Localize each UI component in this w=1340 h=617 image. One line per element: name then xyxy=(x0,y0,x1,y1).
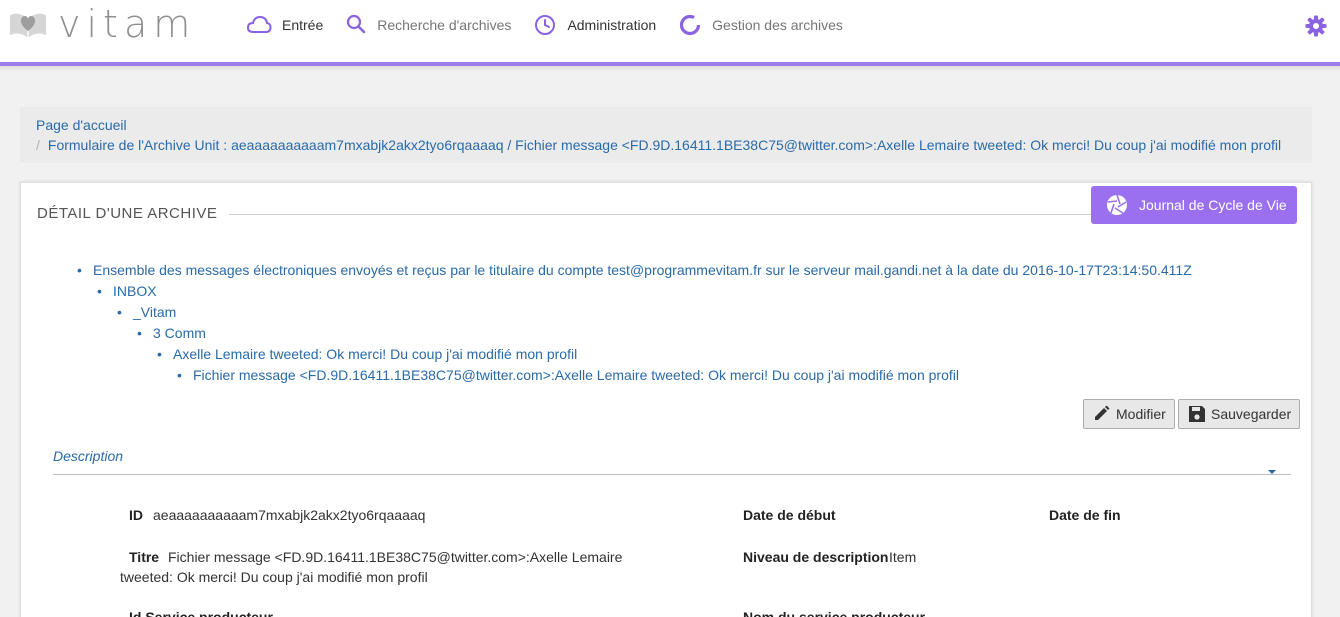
description-divider xyxy=(53,474,1291,475)
aperture-icon xyxy=(1107,194,1127,215)
spinner-icon xyxy=(680,14,701,36)
level-label: Niveau de description xyxy=(743,549,889,565)
breadcrumb-separator: / xyxy=(36,137,40,153)
tree-item[interactable]: INBOX xyxy=(97,281,1192,302)
start-date-label: Date de début xyxy=(743,507,836,523)
level-value: Item xyxy=(889,549,917,565)
breadcrumb-home-link[interactable]: Page d'accueil xyxy=(36,117,127,133)
caret-down-icon[interactable] xyxy=(1266,467,1278,477)
top-bar: vitam Entrée Recherche d'archives Admini… xyxy=(0,0,1340,62)
tree-item[interactable]: _Vitam xyxy=(117,302,1192,323)
book-logo-icon xyxy=(10,13,46,38)
id-label: ID xyxy=(129,507,143,523)
settings-gear-icon[interactable] xyxy=(1304,14,1328,38)
journal-cycle-vie-button[interactable]: Journal de Cycle de Vie xyxy=(1091,186,1297,224)
search-icon xyxy=(347,14,366,34)
nav-item-label: Administration xyxy=(567,17,657,33)
nav-item-gestion[interactable]: Gestion des archives xyxy=(678,12,843,38)
clock-icon xyxy=(535,15,556,35)
logo-text: vitam xyxy=(58,2,197,46)
breadcrumb: Page d'accueil / Formulaire de l'Archive… xyxy=(20,107,1312,163)
description-section-toggle[interactable]: Description xyxy=(53,448,123,464)
nav-item-label: Gestion des archives xyxy=(712,17,843,33)
modify-button[interactable]: Modifier xyxy=(1083,399,1175,429)
nav-item-recherche[interactable]: Recherche d'archives xyxy=(345,12,511,38)
modify-button-label: Modifier xyxy=(1116,406,1166,422)
nav-item-label: Entrée xyxy=(282,17,324,33)
save-button-label: Sauvegarder xyxy=(1211,406,1292,422)
breadcrumb-current[interactable]: Formulaire de l'Archive Unit : aeaaaaaaa… xyxy=(48,137,1281,153)
title-value-line1: Fichier message <FD.9D.16411.1BE38C75@tw… xyxy=(168,549,623,565)
journal-button-label: Journal de Cycle de Vie xyxy=(1139,197,1287,213)
pencil-icon xyxy=(1095,405,1110,420)
tree-item[interactable]: Fichier message <FD.9D.16411.1BE38C75@tw… xyxy=(177,365,1192,386)
save-button[interactable]: Sauvegarder xyxy=(1178,399,1301,429)
nav-item-label: Recherche d'archives xyxy=(377,17,512,33)
tree-item[interactable]: 3 Comm xyxy=(137,323,1192,344)
panel-title: DÉTAIL D'UNE ARCHIVE xyxy=(37,205,218,222)
cloud-icon xyxy=(246,15,272,33)
tree-item[interactable]: Axelle Lemaire tweeted: Ok merci! Du cou… xyxy=(157,344,1192,365)
archive-tree: Ensemble des messages électroniques envo… xyxy=(73,260,1192,386)
id-value: aeaaaaaaaaaam7mxabjk2akx2tyo6rqaaaaq xyxy=(153,507,426,523)
nav-item-entree[interactable]: Entrée xyxy=(246,12,323,38)
archive-detail-panel: DÉTAIL D'UNE ARCHIVE Journal de Cycle de… xyxy=(20,182,1312,617)
nav-item-administration[interactable]: Administration xyxy=(533,12,656,38)
topbar-shadow xyxy=(0,66,1340,72)
end-date-label: Date de fin xyxy=(1049,507,1121,523)
producer-id-label: Id Service producteur xyxy=(129,609,273,617)
producer-name-label: Nom du service producteur xyxy=(743,609,926,617)
title-divider xyxy=(229,214,1099,215)
title-label: Titre xyxy=(129,549,160,565)
vitam-logo[interactable]: vitam xyxy=(8,4,196,44)
tree-item[interactable]: Ensemble des messages électroniques envo… xyxy=(77,260,1192,281)
title-value-line2: tweeted: Ok merci! Du coup j'ai modifié … xyxy=(120,569,428,585)
main-nav: Entrée Recherche d'archives Administrati… xyxy=(246,12,865,38)
floppy-disk-icon xyxy=(1189,406,1205,422)
